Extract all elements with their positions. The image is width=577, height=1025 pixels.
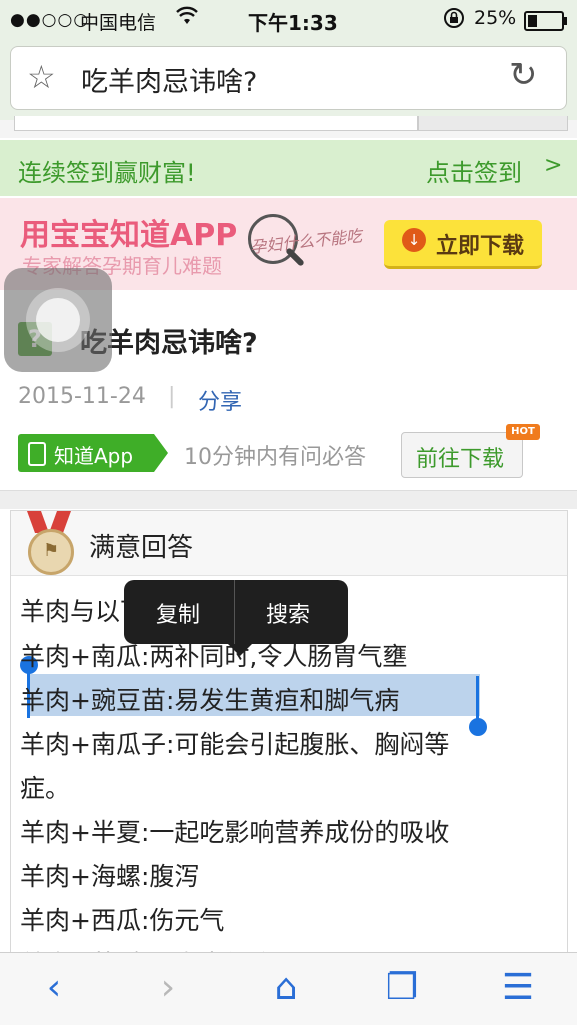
zhidao-app-label: 知道App xyxy=(54,444,134,468)
go-download-label: 前往下载 xyxy=(416,447,505,472)
answer-card-header: ⚑ 满意回答 xyxy=(11,511,567,576)
reload-icon[interactable]: ↻ xyxy=(509,55,538,95)
tabs-icon[interactable]: ❐ xyxy=(372,967,432,1008)
rotation-lock-icon xyxy=(443,7,465,34)
answer-line-selected: 羊肉+豌豆苗:易发生黄疸和脚气病 xyxy=(20,686,400,715)
answer-promise: 10分钟内有问必答 xyxy=(184,445,366,470)
clock: 下午1:33 xyxy=(248,11,338,35)
search-box-remnant xyxy=(0,116,577,138)
address-title[interactable]: 吃羊肉忌讳啥? xyxy=(81,60,257,99)
answer-line: 羊肉+南瓜子:可能会引起腹胀、胸闷等 xyxy=(20,730,450,759)
banner-download-label: 立即下载 xyxy=(436,234,525,259)
medal-icon: ⚑ xyxy=(28,529,74,575)
answer-line: 症。 xyxy=(20,774,71,803)
question-date: 2015-11-24 xyxy=(18,384,146,409)
hot-badge: HOT xyxy=(506,424,540,440)
back-icon[interactable]: ‹ xyxy=(24,967,84,1008)
signin-promo-text: 连续签到赢财富! xyxy=(18,159,196,187)
assistive-touch-button[interactable] xyxy=(4,268,112,372)
zhidao-app-badge[interactable]: 知道App xyxy=(18,434,168,472)
search-input-edge[interactable] xyxy=(14,116,418,131)
meta-separator: | xyxy=(168,384,176,409)
selection-end-handle[interactable] xyxy=(469,718,487,736)
battery-percent: 25% xyxy=(474,7,517,29)
signin-link[interactable]: 点击签到 xyxy=(426,153,522,188)
forward-icon[interactable]: › xyxy=(138,967,198,1008)
address-bar[interactable]: ☆ 吃羊肉忌讳啥? ↻ xyxy=(10,46,567,110)
answer-line: 羊肉+西瓜:伤元气 xyxy=(20,906,225,935)
selection-menu: 复制 搜索 xyxy=(124,580,348,656)
browser-toolbar: ‹ › ⌂ ❐ ☰ xyxy=(0,952,577,1025)
chevron-right-icon: > xyxy=(544,153,563,178)
menu-icon[interactable]: ☰ xyxy=(488,967,548,1008)
cloud-download-icon: ↓ xyxy=(402,228,426,252)
banner-title: 用宝宝知道APP xyxy=(20,218,238,253)
wifi-icon xyxy=(176,6,198,31)
answer-line: 羊肉+海螺:腹泻 xyxy=(20,862,200,891)
banner-download-button[interactable]: ↓ 立即下载 xyxy=(384,220,542,269)
bookmark-star-icon[interactable]: ☆ xyxy=(27,58,56,96)
best-answer-title: 满意回答 xyxy=(89,533,194,563)
copy-menu-item[interactable]: 复制 xyxy=(156,597,200,629)
menu-divider xyxy=(234,580,235,644)
go-download-button[interactable]: 前往下载 xyxy=(401,432,523,478)
carrier-name: 中国电信 xyxy=(80,12,157,34)
signal-strength: ●●○○○ xyxy=(10,10,90,30)
section-divider xyxy=(0,490,577,509)
status-bar: ●●○○○ 中国电信 下午1:33 25% xyxy=(0,0,577,40)
home-icon[interactable]: ⌂ xyxy=(256,967,316,1008)
phone-icon xyxy=(28,442,46,466)
signin-bar[interactable]: 连续签到赢财富! 点击签到 > xyxy=(0,140,577,196)
answer-line: 羊肉+半夏:一起吃影响营养成份的吸收 xyxy=(20,818,450,847)
search-button-edge[interactable] xyxy=(418,116,568,131)
browser-chrome: ☆ 吃羊肉忌讳啥? ↻ xyxy=(0,40,577,120)
flag-icon: ⚑ xyxy=(43,540,60,561)
share-link[interactable]: 分享 xyxy=(198,384,242,416)
search-menu-item[interactable]: 搜索 xyxy=(266,597,310,629)
battery-icon xyxy=(524,11,567,31)
